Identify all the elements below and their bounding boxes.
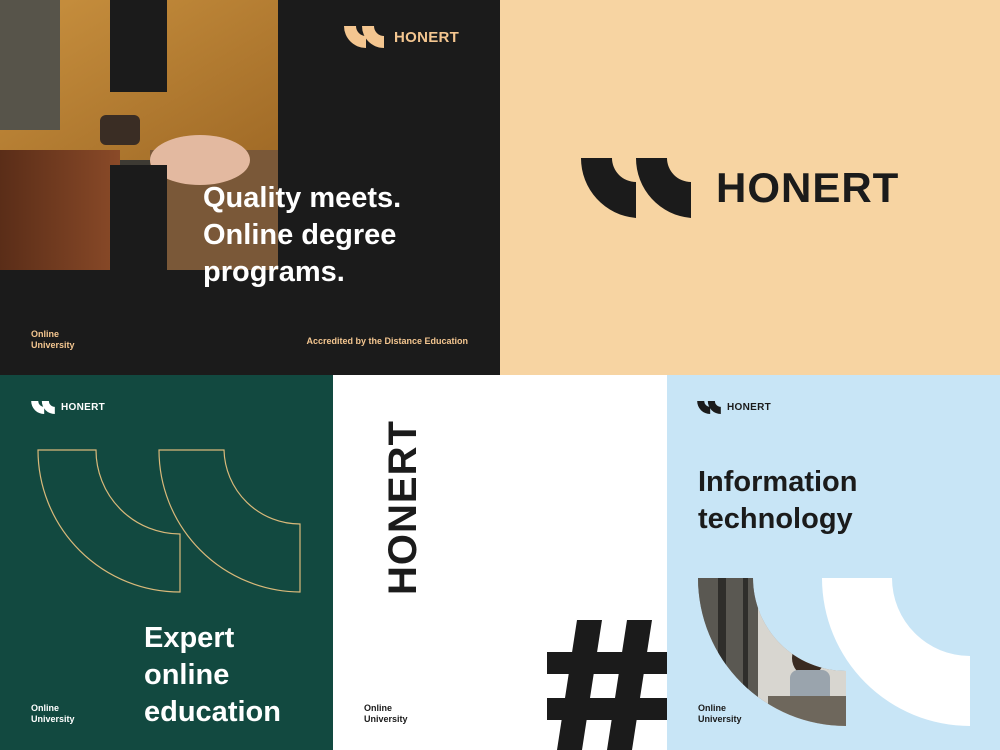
- logo-outline-graphic: [37, 449, 301, 593]
- honert-logo-icon: [697, 401, 721, 414]
- headline-line: Information: [698, 466, 858, 498]
- brand-logo: HONERT: [697, 401, 771, 414]
- headline-line: programs.: [203, 256, 345, 288]
- panel-vertical-brand: HONERT Online University: [333, 375, 667, 750]
- brand-name: HONERT: [716, 164, 900, 211]
- brand-logo: HONERT: [344, 26, 459, 48]
- headline-line: Quality meets.: [203, 182, 402, 214]
- white-arc-shape: [822, 578, 970, 726]
- headline-line: technology: [698, 503, 853, 535]
- footer-online-university: Online University: [31, 703, 75, 725]
- footer-line: Online: [31, 703, 60, 713]
- honert-logo-icon: [344, 26, 384, 48]
- logo-cutout-bottom: [110, 165, 167, 270]
- footer-line: University: [31, 340, 75, 350]
- headline: Expert online education: [144, 620, 281, 731]
- headline-line: Expert: [144, 622, 235, 654]
- headline-line: online: [144, 659, 230, 691]
- honert-logo-icon: [581, 158, 691, 218]
- footer-line: Online: [698, 703, 727, 713]
- footer-online-university: Online University: [31, 329, 75, 351]
- headline: Quality meets. Online degree programs.: [203, 180, 401, 291]
- footer-line: University: [31, 714, 75, 724]
- panel-logo-peach: HONERT: [500, 0, 1000, 375]
- vertical-brand-name: HONERT: [381, 420, 425, 595]
- accreditation-text: Accredited by the Distance Education: [306, 336, 468, 346]
- footer-line: Online: [31, 329, 60, 339]
- footer-line: University: [698, 714, 742, 724]
- headline-line: Online degree: [203, 219, 397, 251]
- hash-symbol-graphic: [547, 620, 667, 750]
- brand-name: HONERT: [394, 28, 460, 46]
- brand-name: HONERT: [61, 402, 106, 413]
- panel-information-technology: HONERT Information technology Online Uni…: [667, 375, 1000, 750]
- logo-cutout-top: [110, 0, 167, 92]
- footer-online-university: Online University: [364, 703, 408, 725]
- brand-name: HONERT: [727, 402, 772, 413]
- headline-line: education: [144, 696, 281, 728]
- panel-quality-meets: HONERT Quality meets. Online degree prog…: [0, 0, 500, 375]
- footer-online-university: Online University: [698, 703, 742, 725]
- footer-line: Online: [364, 703, 393, 713]
- footer-line: University: [364, 714, 408, 724]
- honert-logo-icon: [31, 401, 55, 414]
- panel-expert-education: HONERT Expert online education Online Un…: [0, 375, 333, 750]
- headline: Information technology: [698, 464, 858, 538]
- brand-logo: HONERT: [31, 401, 105, 414]
